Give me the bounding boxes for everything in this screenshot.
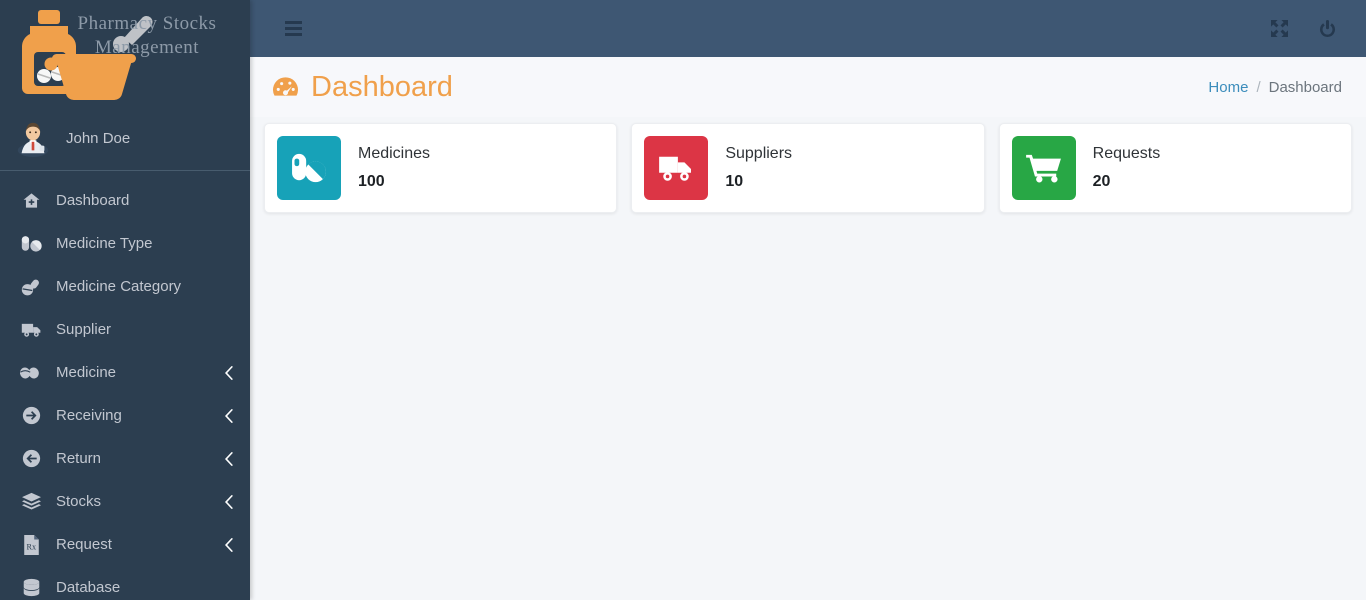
stat-card-suppliers[interactable]: Suppliers 10 <box>631 123 985 213</box>
content-area: Dashboard Home / Dashboard Medicines 100… <box>250 0 1366 600</box>
stat-card-label: Suppliers <box>725 145 793 162</box>
layers-icon <box>20 491 42 513</box>
stat-icon-box <box>277 136 341 200</box>
capsule-pill-icon <box>20 233 42 255</box>
sidebar-item-label: Supplier <box>56 321 112 338</box>
truck-icon <box>657 153 695 183</box>
sidebar-item-medicine[interactable]: Medicine <box>0 351 250 394</box>
sidebar-item-label: Receiving <box>56 407 122 424</box>
stat-card-value: 20 <box>1092 173 1111 190</box>
chevron-left-icon <box>225 537 234 552</box>
sidebar-item-label: Dashboard <box>56 192 130 209</box>
stat-icon-box <box>1011 136 1076 200</box>
truck-icon <box>20 319 42 341</box>
page-title: Dashboard <box>272 71 453 104</box>
sidebar-item-stocks[interactable]: Stocks <box>0 480 250 523</box>
content-filler <box>250 213 1366 600</box>
stat-card-value: 100 <box>358 173 385 190</box>
power-off-icon[interactable] <box>1312 14 1342 44</box>
sidebar-item-receiving[interactable]: Receiving <box>0 394 250 437</box>
prescription-file-icon: Rx <box>20 534 42 556</box>
stat-cards-row: Medicines 100 Suppliers 10 Requests 20 <box>250 117 1366 213</box>
sidebar-item-label: Medicine Type <box>56 235 153 252</box>
tachometer-icon <box>272 76 299 98</box>
app-root: Pharmacy Stocks Management John Doe Dash… <box>0 0 1366 600</box>
stat-card-requests[interactable]: Requests 20 <box>998 123 1352 213</box>
sidebar-item-return[interactable]: Return <box>0 437 250 480</box>
chevron-left-icon <box>225 494 234 509</box>
sidebar: Pharmacy Stocks Management John Doe Dash… <box>0 0 250 600</box>
breadcrumb: Home / Dashboard <box>1208 79 1342 96</box>
sidebar-item-label: Stocks <box>56 493 102 510</box>
arrow-right-circle-icon <box>20 405 42 427</box>
chevron-left-icon <box>225 451 234 466</box>
home-icon <box>20 190 42 212</box>
arrow-left-circle-icon <box>20 448 42 470</box>
sidebar-item-supplier[interactable]: Supplier <box>0 308 250 351</box>
sidebar-item-label: Database <box>56 579 121 596</box>
hamburger-icon[interactable] <box>280 16 306 42</box>
capsules-icon <box>20 362 42 384</box>
stat-card-body: Suppliers 10 <box>725 145 792 191</box>
sidebar-divider <box>0 170 250 171</box>
pharmacy-mortar-bottle-logo <box>22 10 153 101</box>
sidebar-item-medicine-type[interactable]: Medicine Type <box>0 222 250 265</box>
page-header: Dashboard Home / Dashboard <box>250 57 1366 117</box>
stat-card-medicines[interactable]: Medicines 100 <box>264 123 618 213</box>
database-icon <box>20 577 42 599</box>
svg-text:Rx: Rx <box>26 542 36 551</box>
stat-card-body: Requests 20 <box>1093 145 1161 191</box>
sidebar-item-label: Request <box>56 536 112 553</box>
brand-header[interactable]: Pharmacy Stocks Management <box>0 0 250 112</box>
breadcrumb-current: Dashboard <box>1268 78 1342 96</box>
sidebar-item-dashboard[interactable]: Dashboard <box>0 179 250 222</box>
expand-arrows-icon[interactable] <box>1264 14 1294 44</box>
two-tablets-icon <box>20 276 42 298</box>
sidebar-item-medicine-category[interactable]: Medicine Category <box>0 265 250 308</box>
breadcrumb-home-link[interactable]: Home <box>1208 79 1248 96</box>
user-avatar-doctor <box>17 122 49 157</box>
shopping-cart-icon <box>1025 152 1063 184</box>
topbar <box>250 0 1366 57</box>
sidebar-item-database[interactable]: Database <box>0 566 250 600</box>
chevron-left-icon <box>225 365 234 380</box>
sidebar-item-label: Medicine <box>56 364 117 381</box>
breadcrumb-separator: / <box>1256 78 1261 96</box>
page-title-text: Dashboard <box>311 70 453 103</box>
user-name: John Doe <box>66 129 131 147</box>
stat-card-label: Medicines <box>358 145 431 162</box>
stat-card-value: 10 <box>725 173 744 190</box>
sidebar-item-request[interactable]: Rx Request <box>0 523 250 566</box>
sidebar-item-label: Return <box>56 450 102 467</box>
user-panel[interactable]: John Doe <box>0 112 250 164</box>
stat-card-body: Medicines 100 <box>358 145 430 191</box>
chevron-left-icon <box>225 408 234 423</box>
sidebar-nav: Dashboard Medicine Type Medicine Categor… <box>0 179 250 600</box>
pills-icon <box>290 152 328 184</box>
stat-icon-box <box>644 136 709 200</box>
sidebar-item-label: Medicine Category <box>56 278 182 295</box>
stat-card-label: Requests <box>1092 145 1161 162</box>
